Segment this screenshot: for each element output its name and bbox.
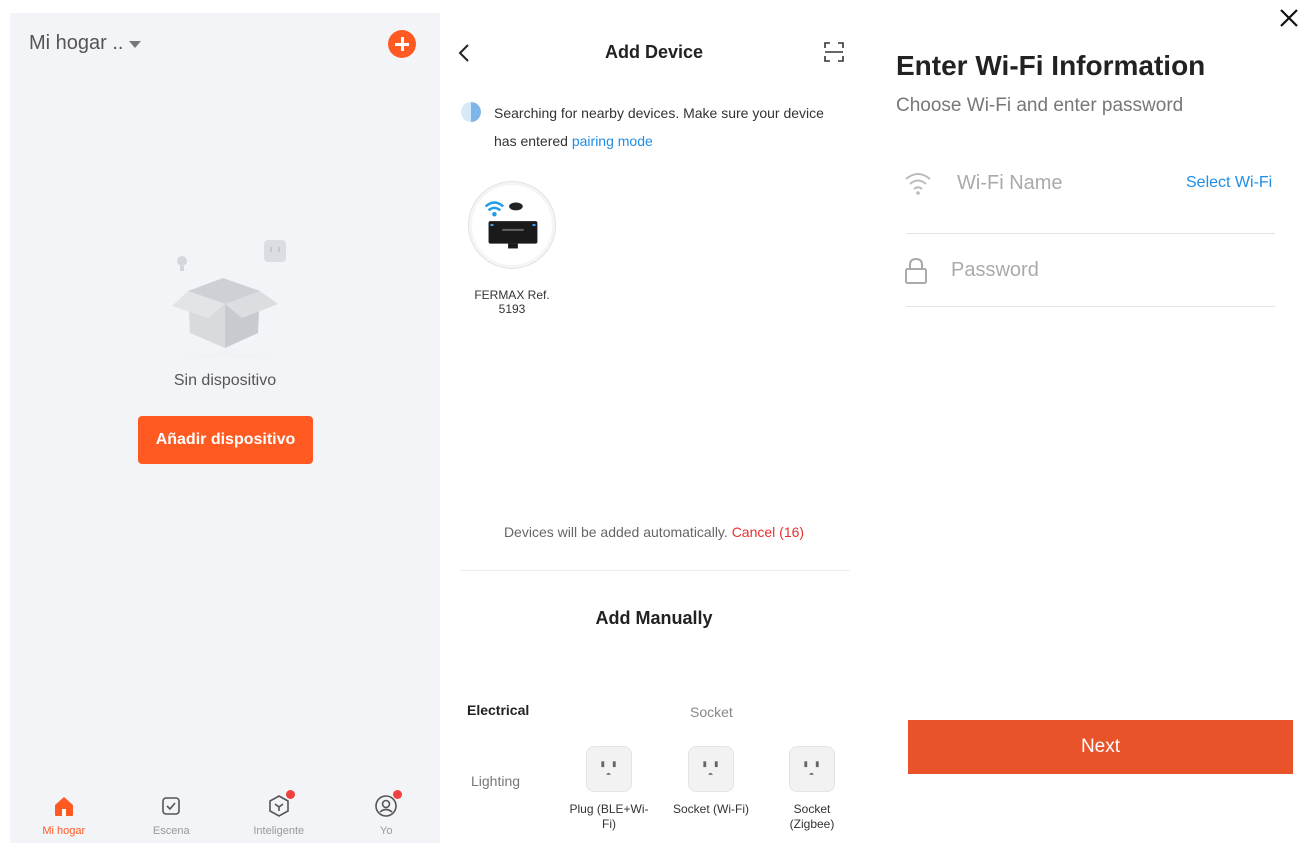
wifi-relay-device-icon xyxy=(484,201,538,249)
tab-label: Escena xyxy=(152,825,190,837)
wifi-icon xyxy=(905,173,931,195)
home-name: Mi hogar .. xyxy=(29,32,124,54)
tab-label: Inteligente xyxy=(253,825,305,837)
bottom-tab-bar: Mi hogar Escena Inteligente Yo xyxy=(10,783,440,843)
searching-spinner-icon xyxy=(461,102,481,122)
pairing-mode-link[interactable]: pairing mode xyxy=(572,133,653,149)
found-device-name: FERMAX Ref. 5193 xyxy=(474,288,550,316)
tab-yo[interactable]: Yo xyxy=(333,783,441,843)
home-selector[interactable]: Mi hogar .. xyxy=(29,32,142,55)
wifi-name-field[interactable]: Wi-Fi Name xyxy=(957,172,1063,195)
device-option-label: Socket (Wi-Fi) xyxy=(673,802,749,816)
next-button[interactable]: Next xyxy=(908,720,1293,774)
device-option-plug-ble-wifi[interactable]: Plug (BLE+Wi-Fi) xyxy=(569,746,649,832)
tab-label: Mi hogar xyxy=(42,825,86,837)
tab-mi-hogar[interactable]: Mi hogar xyxy=(10,783,118,843)
tab-escena[interactable]: Escena xyxy=(118,783,226,843)
device-option-label: Socket (Zigbee) xyxy=(789,802,835,831)
plug-icon xyxy=(586,746,632,792)
category-lighting[interactable]: Lighting xyxy=(471,773,520,789)
select-wifi-link[interactable]: Select Wi-Fi xyxy=(1186,174,1272,192)
device-option-socket-wifi[interactable]: Socket (Wi-Fi) xyxy=(671,746,751,817)
empty-state-text: Sin dispositivo xyxy=(173,372,277,389)
page-title: Add Device xyxy=(604,42,704,62)
close-icon[interactable] xyxy=(1278,7,1300,29)
profile-icon xyxy=(373,790,403,819)
add-device-button[interactable]: Añadir dispositivo xyxy=(138,416,313,464)
divider xyxy=(460,570,850,571)
add-manually-title: Add Manually xyxy=(595,608,713,628)
empty-box-illustration xyxy=(130,240,320,358)
tab-label: Yo xyxy=(380,825,393,837)
tab-inteligente[interactable]: Inteligente xyxy=(225,783,333,843)
lock-icon xyxy=(905,257,927,284)
notification-dot xyxy=(285,790,295,799)
smart-cube-icon xyxy=(266,790,295,819)
search-status-text: Searching for nearby devices. Make sure … xyxy=(494,105,824,149)
wifi-page-subtitle: Choose Wi-Fi and enter password xyxy=(896,95,1184,116)
home-icon xyxy=(54,797,73,816)
divider xyxy=(906,306,1275,307)
add-device-screen: Add Device Searching for nearby devices.… xyxy=(448,13,860,843)
category-electrical[interactable]: Electrical xyxy=(467,702,529,718)
device-option-socket-zigbee[interactable]: Socket (Zigbee) xyxy=(772,746,852,832)
socket-icon xyxy=(688,746,734,792)
notification-dot xyxy=(393,790,403,799)
scan-icon[interactable] xyxy=(823,41,845,63)
password-field[interactable]: Password xyxy=(951,259,1039,282)
socket-icon xyxy=(789,746,835,792)
home-screen: Mi hogar .. Sin dispositivo Añadir dispo… xyxy=(10,13,440,843)
auto-add-text: Devices will be added automatically. xyxy=(503,524,728,540)
divider xyxy=(906,233,1275,234)
add-plus-button[interactable] xyxy=(388,30,416,58)
caret-down-icon xyxy=(129,41,142,48)
found-device-card[interactable] xyxy=(468,181,556,269)
scene-checkbox-icon xyxy=(162,797,181,815)
wifi-page-title: Enter Wi-Fi Information xyxy=(896,50,1206,81)
cancel-search-link[interactable]: Cancel (16) xyxy=(732,524,804,540)
section-title-socket: Socket xyxy=(690,704,733,720)
search-status: Searching for nearby devices. Make sure … xyxy=(494,99,844,155)
device-option-label: Plug (BLE+Wi-Fi) xyxy=(569,802,649,831)
auto-add-notice: Devices will be added automatically. Can… xyxy=(448,524,860,540)
